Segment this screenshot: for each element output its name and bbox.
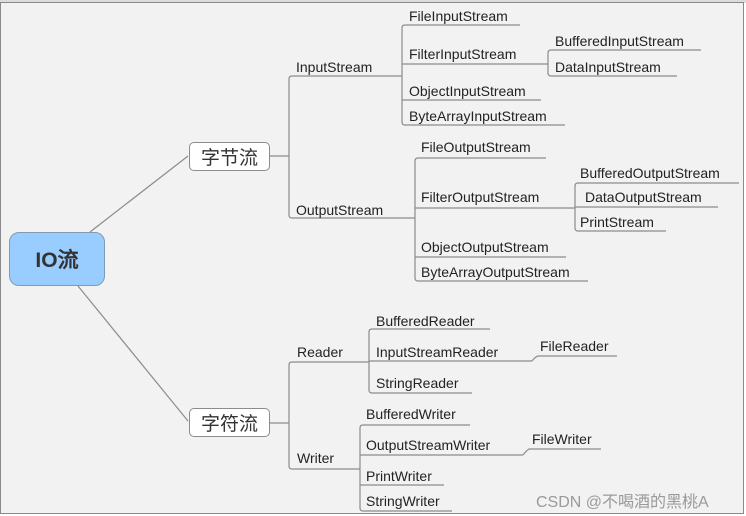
watermark: CSDN @不喝酒的黑桃A — [536, 494, 709, 511]
node-bufferedoutputstream: BufferedOutputStream — [580, 165, 720, 181]
edge-root-char — [77, 285, 189, 422]
node-bufferedwriter: BufferedWriter — [366, 406, 456, 422]
edge-outputstream-children — [410, 157, 588, 282]
node-bufferedreader: BufferedReader — [376, 313, 475, 329]
node-char-stream-label: 字符流 — [200, 413, 258, 435]
node-stringreader: StringReader — [376, 375, 459, 391]
node-datainputstream: DataInputStream — [555, 59, 661, 75]
node-printstream: PrintStream — [580, 214, 654, 230]
edge-byte-trunk — [270, 75, 410, 219]
node-objectinputstream: ObjectInputStream — [409, 83, 526, 99]
root-node-io: IO流 — [9, 232, 105, 286]
node-inputstream: InputStream — [296, 59, 373, 75]
node-fileinputstream: FileInputStream — [409, 8, 508, 24]
node-char-stream: 字符流 — [189, 408, 270, 437]
node-printwriter: PrintWriter — [366, 468, 432, 484]
node-outputstream: OutputStream — [296, 202, 384, 218]
node-outputstreamwriter: OutputStreamWriter — [366, 437, 491, 453]
edge-root-byte — [89, 155, 189, 233]
node-filereader: FileReader — [540, 338, 609, 354]
node-byte-stream: 字节流 — [189, 142, 270, 171]
node-writer: Writer — [297, 450, 335, 466]
node-inputstreamreader: InputStreamReader — [376, 344, 499, 360]
node-bytearrayinputstream: ByteArrayInputStream — [409, 108, 547, 124]
node-objectoutputstream: ObjectOutputStream — [421, 239, 549, 255]
node-filteroutputstream: FilterOutputStream — [421, 189, 540, 205]
node-reader: Reader — [297, 344, 343, 360]
node-dataoutputstream: DataOutputStream — [585, 189, 702, 205]
node-bytearrayoutputstream: ByteArrayOutputStream — [421, 264, 570, 280]
node-filterinputstream: FilterInputStream — [409, 46, 517, 62]
node-stringwriter: StringWriter — [366, 493, 440, 509]
node-fileoutputstream: FileOutputStream — [421, 139, 531, 155]
node-filewriter: FileWriter — [532, 431, 592, 447]
edge-osw-filewriter — [522, 448, 601, 456]
edge-isr-filereader — [531, 355, 617, 362]
root-node-label: IO流 — [35, 249, 79, 272]
node-bufferedinputstream: BufferedInputStream — [555, 33, 684, 49]
node-byte-stream-label: 字节流 — [200, 147, 258, 169]
